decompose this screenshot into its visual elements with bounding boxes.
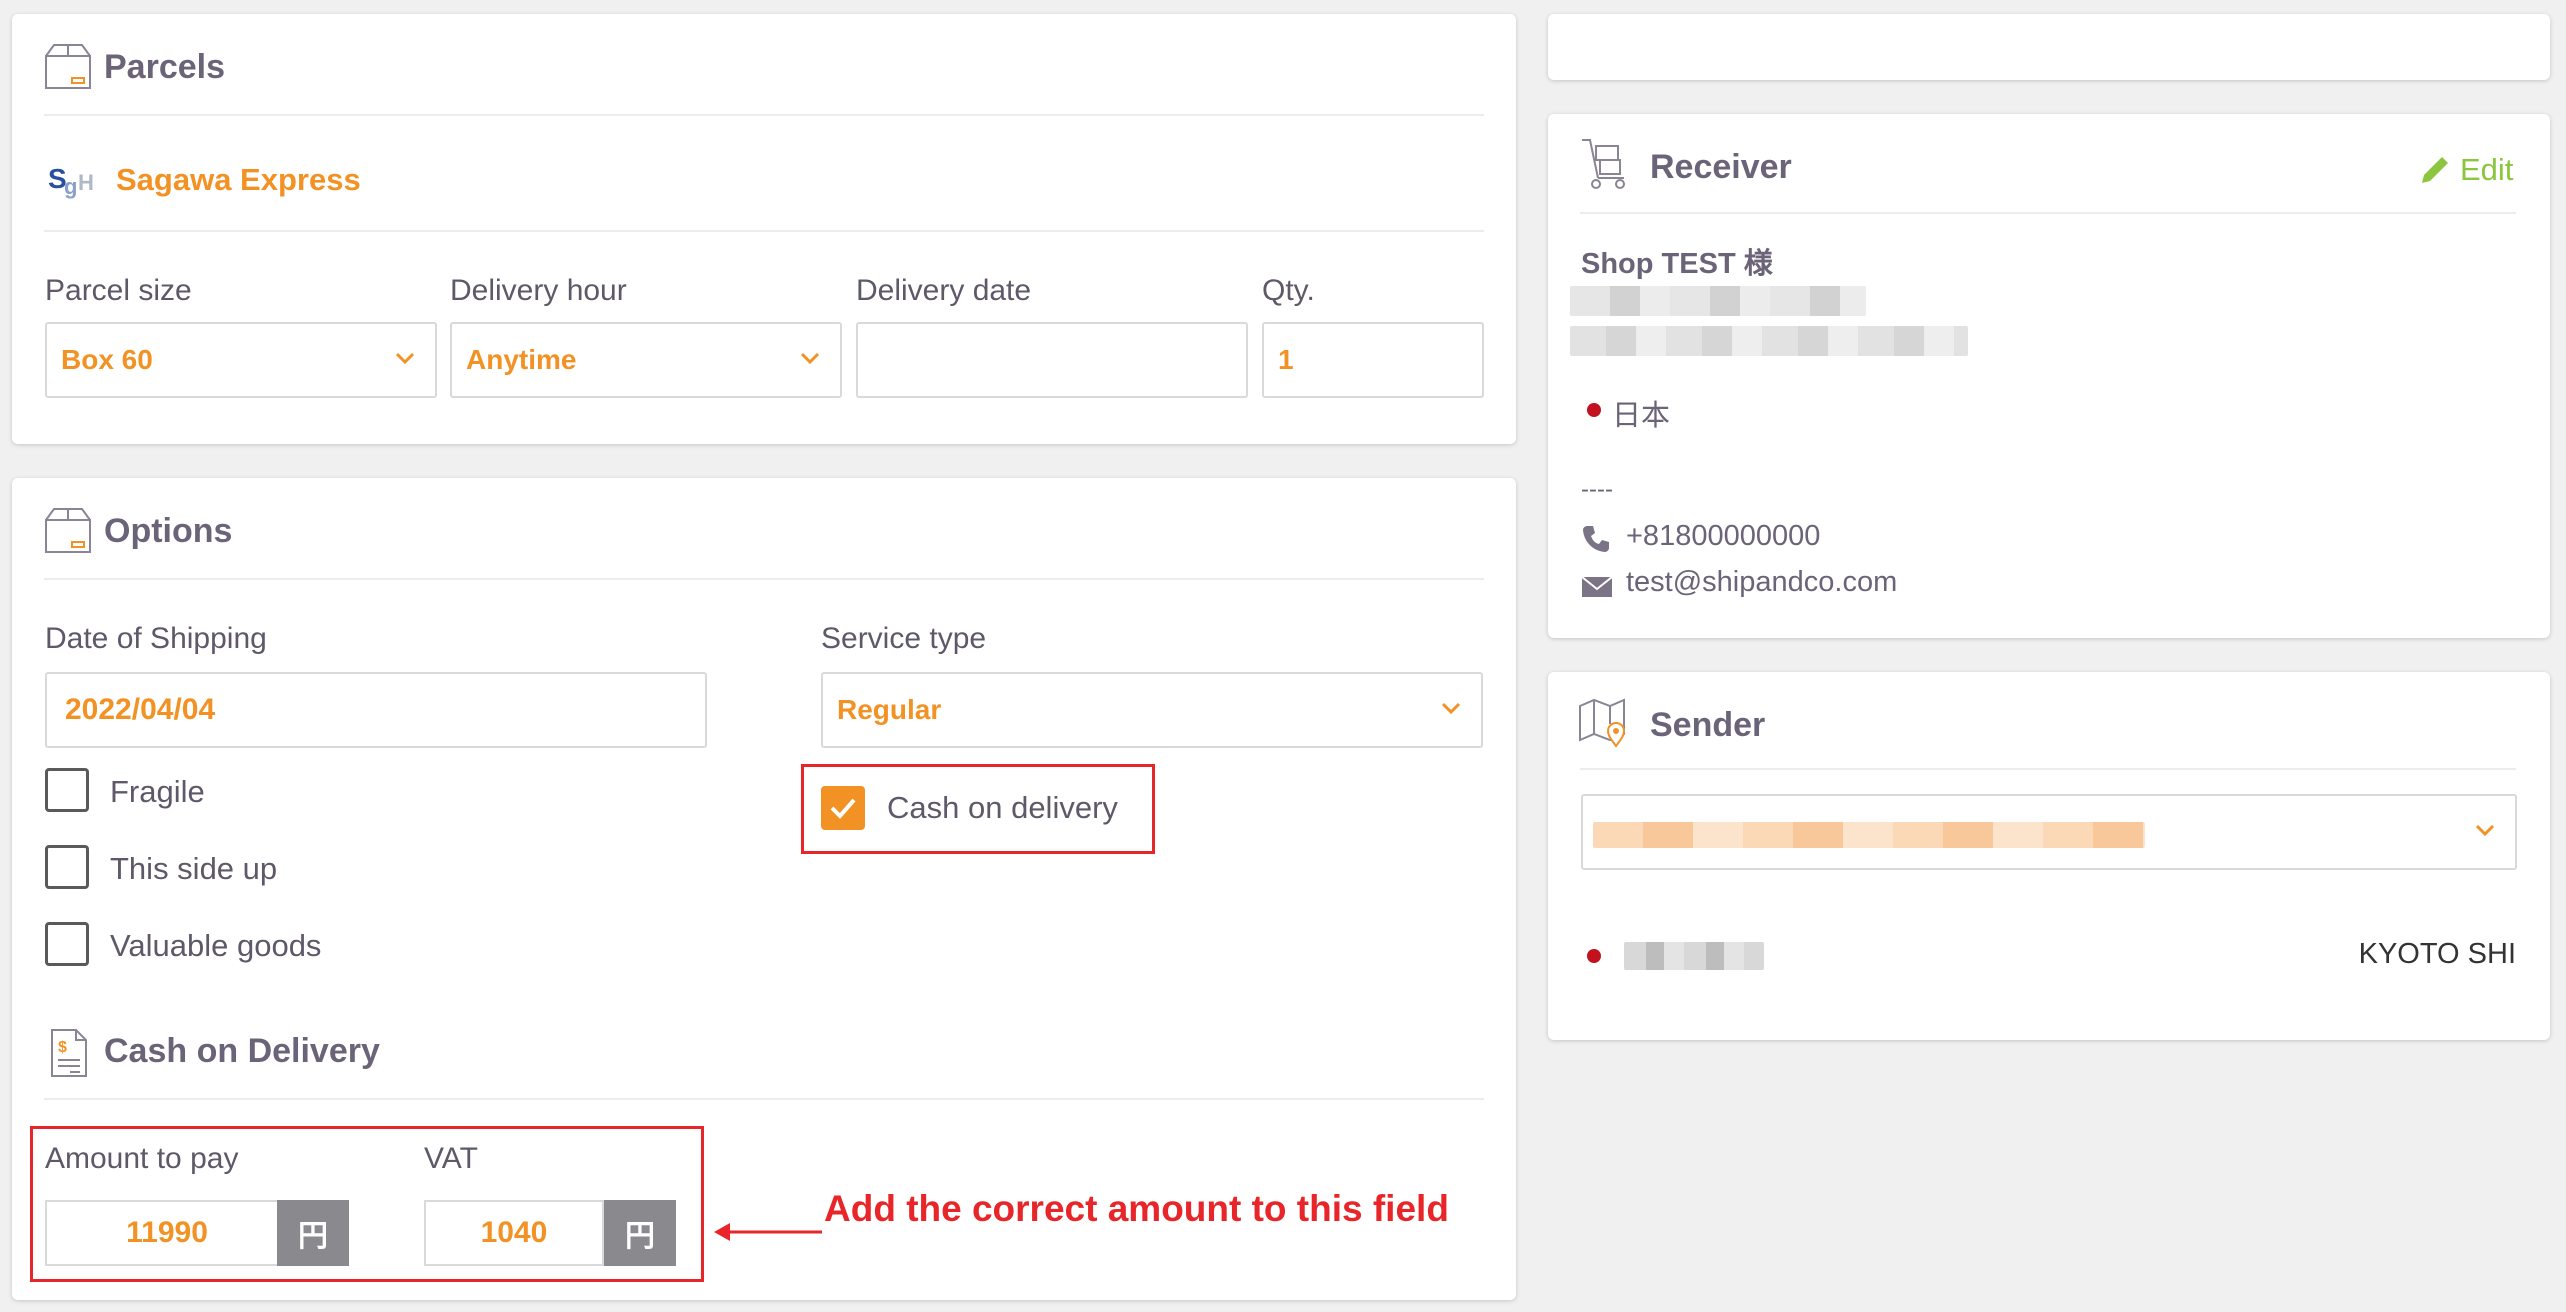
redacted-sender-info (1624, 942, 1764, 970)
edit-label: Edit (2460, 152, 2514, 187)
divider (1580, 768, 2516, 770)
chevron-down-icon (1441, 702, 1461, 715)
divider (44, 230, 1484, 232)
invoice-icon: $ (51, 1029, 87, 1077)
svg-text:g: g (64, 174, 77, 199)
parcel-size-value: Box 60 (61, 344, 153, 375)
parcels-card: Parcels S g H Sagawa Express Parcel size… (12, 14, 1516, 444)
cash-on-delivery-label: Cash on delivery (887, 790, 1118, 825)
delivery-hour-select[interactable]: Anytime (450, 322, 842, 398)
divider (44, 1098, 1484, 1100)
fragile-label: Fragile (110, 774, 205, 809)
top-card (1548, 14, 2550, 80)
chevron-down-icon (2475, 824, 2495, 837)
receiver-title: Receiver (1650, 148, 1792, 186)
delivery-hour-label: Delivery hour (450, 274, 627, 307)
delivery-date-input[interactable] (856, 322, 1248, 398)
this-side-up-checkbox[interactable] (45, 845, 89, 889)
carrier-name: Sagawa Express (116, 162, 361, 197)
sender-select[interactable] (1581, 794, 2517, 870)
mail-icon (1581, 576, 1613, 597)
options-card: Options Date of Shipping 2022/04/04 Serv… (12, 478, 1516, 1300)
box-icon (45, 44, 91, 89)
phone-icon (1583, 526, 1609, 552)
divider (1580, 212, 2516, 214)
annotation-text: Add the correct amount to this field (824, 1188, 1449, 1229)
date-of-shipping-label: Date of Shipping (45, 622, 267, 655)
cash-on-delivery-checkbox[interactable] (821, 786, 865, 830)
qty-label: Qty. (1262, 274, 1315, 307)
this-side-up-label: This side up (110, 851, 278, 886)
chevron-down-icon (395, 352, 415, 365)
divider (44, 578, 1484, 580)
sender-title: Sender (1650, 706, 1766, 744)
chevron-down-icon (800, 352, 820, 365)
parcel-size-label: Parcel size (45, 274, 192, 307)
check-icon (830, 798, 856, 819)
hand-truck-icon (1582, 139, 1625, 189)
redacted-sender-address (1593, 822, 2145, 848)
receiver-dashes: ---- (1581, 476, 1613, 503)
divider (44, 114, 1484, 116)
cod-title: Cash on Delivery (104, 1032, 380, 1070)
vat-label: VAT (424, 1142, 478, 1175)
date-of-shipping-input[interactable]: 2022/04/04 (45, 672, 707, 748)
service-type-select[interactable]: Regular (821, 672, 1483, 748)
fragile-checkbox[interactable] (45, 768, 89, 812)
amount-currency: 円 (277, 1200, 349, 1266)
options-title: Options (104, 512, 233, 550)
vat-currency: 円 (604, 1200, 676, 1266)
delivery-hour-value: Anytime (466, 344, 577, 375)
receiver-card: Receiver Edit Shop TEST 様 日本 ---- +81800… (1548, 114, 2550, 638)
pencil-icon (2422, 157, 2448, 183)
amount-to-pay-input[interactable]: 11990 (45, 1200, 289, 1266)
sender-card: Sender KYOTO SHI (1548, 672, 2550, 1040)
svg-text:$: $ (58, 1039, 67, 1056)
service-type-value: Regular (837, 694, 942, 725)
sender-city: KYOTO SHI (2358, 938, 2516, 970)
sagawa-logo: S g H (48, 160, 98, 200)
receiver-name: Shop TEST 様 (1581, 248, 1773, 280)
service-type-label: Service type (821, 622, 987, 655)
japan-flag-icon (1580, 942, 1608, 970)
amount-to-pay-label: Amount to pay (45, 1142, 239, 1175)
receiver-email: test@shipandco.com (1626, 566, 1898, 598)
annotation-arrow-icon (714, 1223, 822, 1241)
delivery-date-label: Delivery date (856, 274, 1032, 307)
valuable-goods-label: Valuable goods (110, 928, 322, 963)
redacted-address-1 (1570, 286, 1866, 316)
japan-flag-icon (1580, 396, 1608, 424)
map-pin-icon (1579, 698, 1626, 748)
vat-input[interactable]: 1040 (424, 1200, 604, 1266)
receiver-phone: +81800000000 (1626, 520, 1821, 552)
svg-text:H: H (78, 170, 94, 195)
qty-input[interactable]: 1 (1262, 322, 1484, 398)
redacted-address-2 (1570, 326, 1968, 356)
receiver-country: 日本 (1612, 400, 1671, 432)
parcels-title: Parcels (104, 48, 225, 86)
edit-link[interactable]: Edit (2418, 150, 2513, 190)
box-icon (45, 508, 91, 553)
valuable-goods-checkbox[interactable] (45, 922, 89, 966)
parcel-size-select[interactable]: Box 60 (45, 322, 437, 398)
